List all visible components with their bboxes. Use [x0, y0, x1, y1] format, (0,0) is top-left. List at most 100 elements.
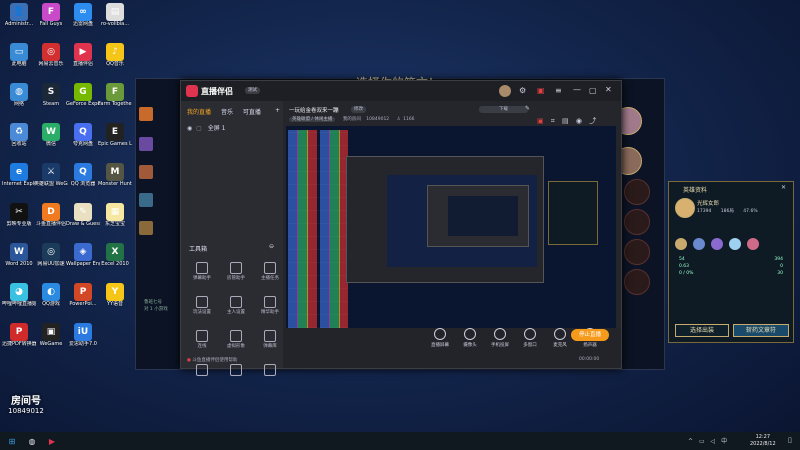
- tool-item[interactable]: [189, 363, 215, 385]
- desktop-icon[interactable]: ∞ 迅雷网盘: [66, 3, 100, 39]
- tool-item[interactable]: 玩法设置: [189, 295, 215, 317]
- bottom-tool-icon: [494, 328, 506, 340]
- desktop-icon[interactable]: ◕ 哔哩哔哩直播姬: [2, 283, 36, 319]
- tool-item[interactable]: 弹幕助手: [189, 261, 215, 283]
- notification-icon[interactable]: ▯: [788, 436, 792, 444]
- eye-icon[interactable]: ◉: [187, 125, 192, 132]
- desktop-icon[interactable]: P PowerPoi...: [66, 283, 100, 319]
- rune-icon[interactable]: [692, 238, 705, 250]
- desktop-icon[interactable]: ◍ 网络: [2, 83, 36, 119]
- rune-icon[interactable]: [675, 238, 687, 250]
- stream-title[interactable]: 一玩给金卷双来一蹦: [289, 108, 339, 114]
- clock[interactable]: 12:27 2022/8/12: [750, 434, 776, 448]
- add-tab-icon[interactable]: +: [275, 107, 280, 114]
- preview-canvas[interactable]: [286, 126, 616, 349]
- tools-more-icon[interactable]: ⊖: [269, 243, 274, 250]
- desktop-icon[interactable]: ⚔英雄联盟 WeGame版: [34, 163, 68, 199]
- edit-pill[interactable]: 修改: [351, 106, 366, 113]
- tab-music[interactable]: 音乐: [221, 109, 233, 116]
- stream-companion-window[interactable]: 直播伴侣 测试 ⚙ ▣ ≡ — ▢ ✕ 我的直播 音乐 可直播 + ◉ ▢ 全屏…: [180, 80, 622, 376]
- desktop-icon[interactable]: W 微信: [34, 123, 68, 159]
- layout-icon[interactable]: ▤: [562, 117, 569, 125]
- bottom-tool-button[interactable]: 麦克风: [547, 328, 573, 348]
- bottom-tool-button[interactable]: 直播屏幕: [427, 328, 453, 348]
- edit-pen-icon[interactable]: ✎: [525, 105, 530, 112]
- gift-icon[interactable]: ▣: [537, 86, 545, 95]
- settings-icon[interactable]: ⚙: [519, 86, 526, 95]
- gift-icon[interactable]: ▣: [537, 117, 544, 125]
- tab-my-live[interactable]: 我的直播: [187, 109, 211, 116]
- tool-item[interactable]: 连线: [189, 329, 215, 351]
- desktop-icon[interactable]: ◐ QQ游戏: [34, 283, 68, 319]
- desktop-icon[interactable]: ▶ 直播伴侣: [66, 43, 100, 79]
- rune-icon[interactable]: [710, 238, 723, 250]
- tool-item[interactable]: 主播任务: [257, 261, 283, 283]
- desktop-icon[interactable]: EEpic Games Launcher: [98, 123, 132, 159]
- rune-icon[interactable]: [746, 238, 759, 250]
- desktop-icon[interactable]: iU 爱思助手7.0: [66, 323, 100, 359]
- desktop-icon[interactable]: S Steam: [34, 83, 68, 119]
- desktop-icon[interactable]: GGeForce Experience: [66, 83, 100, 119]
- desktop-icon[interactable]: ◈Wallpaper Engine: ...: [66, 243, 100, 279]
- menu-icon[interactable]: ≡: [555, 86, 562, 95]
- desktop-icon[interactable]: Y YY语音: [98, 283, 132, 319]
- chevron-up-icon[interactable]: ^: [688, 438, 693, 445]
- desktop-icon[interactable]: ▤ ro-volibia...: [98, 3, 132, 39]
- desktop-icon[interactable]: W Word 2010: [2, 243, 36, 279]
- bottom-tool-button[interactable]: 手机投屏: [487, 328, 513, 348]
- hero-panel-close-icon[interactable]: ✕: [781, 184, 786, 191]
- desktop-icon[interactable]: P 迅捷PDF转换器: [2, 323, 36, 359]
- desktop-icon[interactable]: ✎ Draw & Guess: [66, 203, 100, 239]
- user-avatar[interactable]: [499, 85, 511, 97]
- tool-item[interactable]: 虚拟形象: [223, 329, 249, 351]
- desktop-icon[interactable]: ♪ QQ音乐: [98, 43, 132, 79]
- share-icon[interactable]: ⤴: [589, 117, 596, 125]
- category-pill[interactable]: 英雄联盟 / 休闲主播: [289, 117, 336, 122]
- record-icon[interactable]: ◉: [576, 117, 582, 125]
- desktop-icon[interactable]: D 斗鱼直播伴侣: [34, 203, 68, 239]
- scene-row[interactable]: ◉ ▢ 全屏 1: [187, 123, 277, 132]
- desktop-icon[interactable]: Q 夸克网盘: [66, 123, 100, 159]
- taskbar-app-icon[interactable]: ◍: [24, 433, 40, 449]
- tool-item[interactable]: [257, 363, 283, 385]
- desktop-icon[interactable]: X Excel 2010: [98, 243, 132, 279]
- minimize-icon[interactable]: —: [573, 85, 581, 94]
- tool-item[interactable]: 主人设置: [223, 295, 249, 317]
- tool-item[interactable]: 房管助手: [223, 261, 249, 283]
- lock-icon[interactable]: ▢: [196, 125, 202, 132]
- desktop-icon[interactable]: ▣ WeGame: [34, 323, 68, 359]
- volume-icon[interactable]: ◁: [711, 438, 716, 445]
- network-icon[interactable]: ▭: [699, 438, 705, 445]
- choose-build-button[interactable]: 选择出装: [675, 324, 729, 337]
- desktop-icon[interactable]: MMonster Hunter...: [98, 163, 132, 199]
- desktop-icon[interactable]: ▭ 此电脑: [2, 43, 36, 79]
- download-pill[interactable]: 下载: [479, 106, 528, 113]
- app-titlebar[interactable]: 直播伴侣 测试 ⚙ ▣ ≡ — ▢ ✕: [181, 81, 621, 101]
- footer-status-text[interactable]: 斗鱼直播伴侣使用帮助: [192, 358, 237, 363]
- bottom-tool-button[interactable]: 摄像头: [457, 328, 483, 348]
- rune-icon[interactable]: [728, 238, 741, 250]
- taskbar-app-icon[interactable]: ▶: [44, 433, 60, 449]
- desktop-icon[interactable]: ♻ 回收站: [2, 123, 36, 159]
- start-menu-icon[interactable]: ⊞: [4, 433, 20, 449]
- bottom-tool-button[interactable]: 多窗口: [517, 328, 543, 348]
- desktop-icon[interactable]: 👤 Administr...: [2, 3, 36, 39]
- ime-icon[interactable]: 中: [721, 438, 727, 445]
- desktop-icon[interactable]: F Farm Together: [98, 83, 132, 119]
- tool-item[interactable]: 精华助手: [257, 295, 283, 317]
- desktop-icon[interactable]: ◎ 网易云音乐: [34, 43, 68, 79]
- start-live-button[interactable]: 停止直播: [571, 329, 609, 341]
- tool-item[interactable]: [223, 363, 249, 385]
- close-icon[interactable]: ✕: [605, 85, 612, 94]
- maximize-icon[interactable]: ▢: [589, 86, 597, 95]
- desktop-icon[interactable]: ◎ 网易UU加速: [34, 243, 68, 279]
- desktop-icon[interactable]: ✂ 剪映专业版: [2, 203, 36, 239]
- desktop-icon[interactable]: Q QQ 浏览器: [66, 163, 100, 199]
- rune-page-button[interactable]: 斩药文章符: [733, 324, 789, 337]
- tab-can-live[interactable]: 可直播: [243, 109, 261, 116]
- desktop-icon[interactable]: F Fall Guys: [34, 3, 68, 39]
- desktop-icon[interactable]: eInternet Explorer: [2, 163, 36, 199]
- crop-icon[interactable]: ⌗: [551, 117, 555, 125]
- tool-item[interactable]: 弹幕库: [257, 329, 283, 351]
- desktop-icon[interactable]: ▦ 东芝宝宝: [98, 203, 132, 239]
